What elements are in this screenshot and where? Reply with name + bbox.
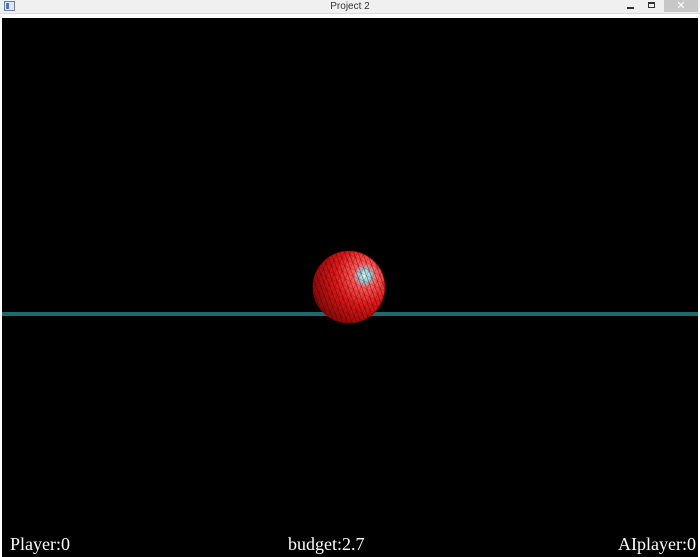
ai-player-score: AIplayer:0 [618, 534, 696, 554]
game-canvas[interactable]: Player:0 budget:2.7 AIplayer:0 [2, 18, 698, 557]
minimize-button[interactable] [618, 0, 642, 12]
maximize-button[interactable] [641, 0, 663, 12]
player-score: Player:0 [10, 534, 70, 554]
close-icon: ✕ [676, 0, 686, 12]
window-title: Project 2 [330, 1, 370, 12]
game-window: Project 2 ✕ Player:0 budget:2.7 AIplayer… [0, 0, 700, 557]
title-bar[interactable]: Project 2 ✕ [0, 0, 700, 14]
minimize-icon [627, 7, 634, 9]
close-button[interactable]: ✕ [664, 0, 698, 12]
ball [312, 250, 386, 324]
maximize-icon [648, 2, 655, 8]
budget-readout: budget:2.7 [288, 534, 365, 554]
